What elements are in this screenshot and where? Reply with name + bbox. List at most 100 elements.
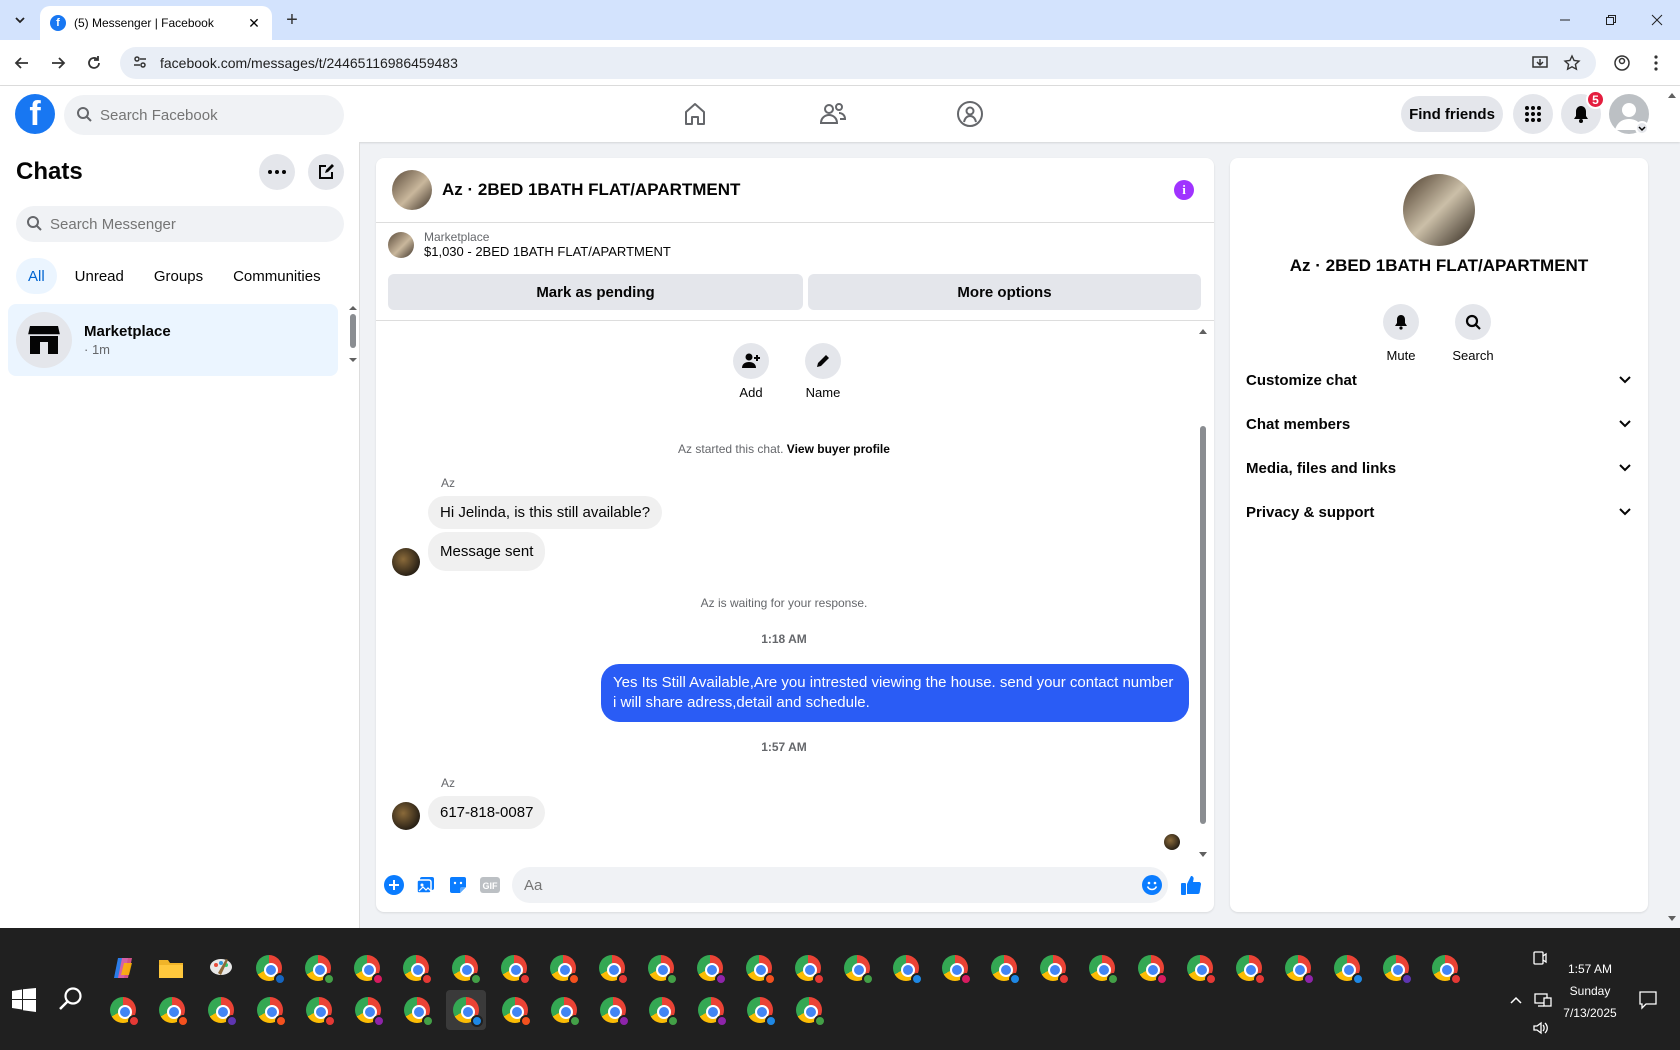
conversation-scrollbar[interactable]	[1198, 326, 1208, 860]
address-bar[interactable]: facebook.com/messages/t/2446511698645948…	[120, 47, 1596, 79]
mark-as-pending-button[interactable]: Mark as pending	[388, 274, 803, 310]
chrome-icon[interactable]	[348, 990, 388, 1030]
chrome-icon[interactable]	[837, 948, 877, 988]
browser-tab[interactable]: f (5) Messenger | Facebook ✕	[40, 6, 272, 40]
home-icon[interactable]	[675, 94, 715, 134]
filter-all[interactable]: All	[16, 258, 57, 294]
close-window-icon[interactable]	[1634, 0, 1680, 40]
chrome-icon[interactable]	[299, 990, 339, 1030]
chevron-up-icon[interactable]	[1509, 994, 1523, 1011]
messenger-search[interactable]	[16, 206, 344, 242]
incoming-message[interactable]: Hi Jelinda, is this still available?	[428, 496, 663, 529]
sidebar-scrollbar[interactable]	[348, 304, 358, 364]
reload-icon[interactable]	[82, 51, 106, 75]
incoming-message[interactable]: Message sent	[428, 532, 546, 571]
new-message-icon[interactable]	[308, 154, 344, 190]
chrome-icon[interactable]	[396, 948, 436, 988]
chrome-icon[interactable]	[1033, 948, 1073, 988]
chrome-icon[interactable]	[397, 990, 437, 1030]
customize-chat-section[interactable]: Customize chat	[1246, 358, 1632, 402]
bookmark-star-icon[interactable]	[1556, 47, 1588, 79]
chrome-icon[interactable]	[740, 990, 780, 1030]
messenger-search-input[interactable]	[50, 215, 250, 233]
chrome-icon[interactable]	[984, 948, 1024, 988]
restore-icon[interactable]	[1588, 0, 1634, 40]
scroll-thumb[interactable]	[1200, 426, 1206, 824]
find-friends-button[interactable]: Find friends	[1401, 96, 1503, 132]
chrome-icon[interactable]	[1278, 948, 1318, 988]
facebook-search-input[interactable]	[100, 106, 300, 124]
chrome-icon[interactable]	[1131, 948, 1171, 988]
file-explorer-icon[interactable]	[151, 948, 191, 988]
emoji-icon[interactable]	[1140, 873, 1164, 897]
chat-item-marketplace[interactable]: Marketplace · 1m	[8, 304, 338, 376]
paint-icon[interactable]	[201, 948, 241, 988]
chrome-icon[interactable]	[298, 948, 338, 988]
friends-icon[interactable]	[813, 94, 853, 134]
media-files-links-section[interactable]: Media, files and links	[1246, 446, 1632, 490]
name-chat-action[interactable]: Name	[793, 343, 853, 400]
facebook-search[interactable]	[64, 95, 344, 135]
incoming-message[interactable]: 617-818-0087	[428, 796, 546, 829]
chrome-icon[interactable]	[543, 948, 583, 988]
notifications-button[interactable]: 5	[1561, 90, 1605, 134]
facebook-logo-icon[interactable]: f	[15, 94, 55, 134]
install-app-icon[interactable]	[1524, 47, 1556, 79]
windows-start-icon[interactable]	[12, 988, 36, 1012]
chrome-icon[interactable]	[789, 990, 829, 1030]
filter-communities[interactable]: Communities	[221, 258, 333, 294]
chrome-icon[interactable]	[788, 948, 828, 988]
copilot-icon[interactable]	[103, 948, 143, 988]
chrome-icon[interactable]	[544, 990, 584, 1030]
tab-search-dropdown-icon[interactable]	[8, 8, 32, 32]
photo-icon[interactable]	[414, 873, 438, 897]
profile-icon[interactable]	[1606, 47, 1638, 79]
chrome-icon[interactable]	[691, 990, 731, 1030]
chrome-icon[interactable]	[1180, 948, 1220, 988]
chrome-icon[interactable]	[1376, 948, 1416, 988]
chrome-icon[interactable]	[886, 948, 926, 988]
chrome-icon[interactable]	[690, 948, 730, 988]
page-scrollbar[interactable]	[1664, 86, 1680, 928]
message-input[interactable]	[524, 876, 1124, 894]
details-avatar[interactable]	[1403, 174, 1475, 246]
chrome-icon[interactable]	[249, 948, 289, 988]
view-buyer-profile-link[interactable]: View buyer profile	[787, 442, 890, 456]
chrome-icon[interactable]	[152, 990, 192, 1030]
chrome-icon[interactable]	[642, 990, 682, 1030]
filter-groups[interactable]: Groups	[142, 258, 215, 294]
tab-close-icon[interactable]: ✕	[246, 15, 262, 32]
chrome-icon[interactable]	[103, 990, 143, 1030]
chrome-icon[interactable]	[445, 948, 485, 988]
add-people-action[interactable]: Add	[721, 343, 781, 400]
chrome-icon[interactable]	[1327, 948, 1367, 988]
marketplace-listing-row[interactable]: Marketplace $1,030 - 2BED 1BATH FLAT/APA…	[388, 230, 671, 259]
chrome-icon[interactable]	[592, 948, 632, 988]
thumbs-up-icon[interactable]	[1179, 873, 1203, 897]
more-options-button[interactable]: More options	[808, 274, 1201, 310]
chrome-icon[interactable]	[641, 948, 681, 988]
chrome-icon[interactable]	[1229, 948, 1269, 988]
chat-members-section[interactable]: Chat members	[1246, 402, 1632, 446]
outgoing-message[interactable]: Yes Its Still Available,Are you intreste…	[601, 664, 1189, 722]
privacy-support-section[interactable]: Privacy & support	[1246, 490, 1632, 534]
chrome-icon[interactable]	[494, 948, 534, 988]
sender-avatar[interactable]	[392, 802, 420, 830]
search-action[interactable]: Search	[1443, 304, 1503, 363]
chrome-icon[interactable]	[1082, 948, 1122, 988]
chrome-icon-active[interactable]	[446, 990, 486, 1030]
chrome-icon[interactable]	[1425, 948, 1465, 988]
plus-circle-icon[interactable]	[382, 873, 406, 897]
chrome-icon[interactable]	[250, 990, 290, 1030]
sticker-icon[interactable]	[446, 873, 470, 897]
notification-center-icon[interactable]	[1638, 990, 1658, 1013]
back-icon[interactable]	[10, 51, 34, 75]
new-tab-icon[interactable]: +	[280, 8, 304, 32]
browser-menu-icon[interactable]	[1640, 47, 1672, 79]
minimize-icon[interactable]	[1542, 0, 1588, 40]
message-input-wrapper[interactable]	[512, 867, 1168, 903]
site-info-icon[interactable]	[132, 54, 148, 73]
info-icon[interactable]: i	[1174, 180, 1194, 200]
taskbar-clock[interactable]: 1:57 AM Sunday 7/13/2025	[1544, 958, 1636, 1024]
conversation-avatar[interactable]	[392, 170, 432, 210]
